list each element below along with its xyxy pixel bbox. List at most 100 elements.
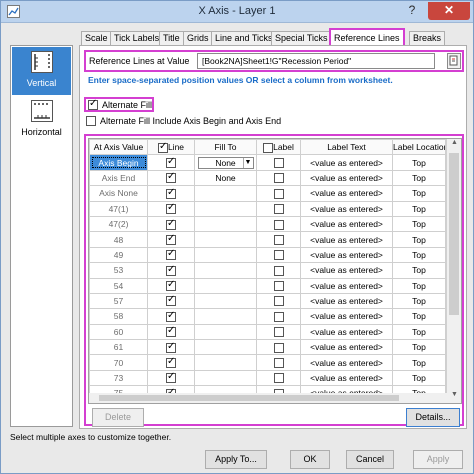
label-location-cell[interactable]: Top bbox=[392, 169, 446, 187]
axis-value-cell[interactable]: 70 bbox=[89, 354, 148, 371]
table-row[interactable]: 54 <value as entered>Top bbox=[89, 277, 446, 294]
label-checkbox[interactable] bbox=[273, 311, 284, 322]
line-checkbox[interactable] bbox=[166, 218, 176, 230]
header-line-checkbox[interactable] bbox=[157, 141, 168, 153]
label-location-cell[interactable]: Top bbox=[392, 277, 446, 294]
fill-to-cell[interactable] bbox=[194, 292, 257, 310]
table-row[interactable]: 60 <value as entered>Top bbox=[89, 323, 446, 341]
axis-value-cell[interactable]: 60 bbox=[89, 323, 148, 341]
table-row[interactable]: 53 <value as entered>Top bbox=[89, 262, 446, 279]
label-location-cell[interactable]: Top bbox=[392, 231, 446, 248]
apply-to-button[interactable]: Apply To... bbox=[205, 450, 267, 469]
axis-value-cell[interactable]: Axis Begin bbox=[89, 154, 148, 171]
label-text-cell[interactable]: <value as entered> bbox=[300, 169, 393, 187]
label-checkbox[interactable] bbox=[273, 327, 284, 338]
tab-scale[interactable]: Scale bbox=[81, 31, 112, 46]
label-text-cell[interactable]: <value as entered> bbox=[300, 231, 393, 248]
label-text-cell[interactable]: <value as entered> bbox=[300, 292, 393, 310]
cancel-button[interactable]: Cancel bbox=[346, 450, 394, 469]
header-label-checkbox[interactable] bbox=[263, 142, 274, 153]
label-location-cell[interactable]: Top bbox=[392, 200, 446, 217]
table-row[interactable]: 47(1) <value as entered>Top bbox=[89, 200, 446, 217]
tab-grids[interactable]: Grids bbox=[183, 31, 213, 46]
label-location-cell[interactable]: Top bbox=[392, 308, 446, 325]
line-checkbox[interactable] bbox=[166, 187, 176, 199]
label-checkbox[interactable] bbox=[273, 157, 284, 168]
apply-button[interactable]: Apply bbox=[413, 450, 463, 469]
line-checkbox[interactable] bbox=[166, 341, 176, 353]
axis-value-cell[interactable]: 61 bbox=[89, 339, 148, 356]
fill-to-cell[interactable] bbox=[194, 308, 257, 325]
fill-to-cell[interactable] bbox=[194, 231, 257, 248]
line-checkbox[interactable] bbox=[166, 310, 176, 322]
label-text-cell[interactable]: <value as entered> bbox=[300, 339, 393, 356]
tab-reference-lines[interactable]: Reference Lines bbox=[329, 28, 405, 46]
fill-to-cell[interactable] bbox=[194, 200, 257, 217]
axis-value-cell[interactable]: 47(1) bbox=[89, 200, 148, 217]
line-checkbox[interactable] bbox=[166, 156, 176, 168]
line-checkbox[interactable] bbox=[166, 356, 176, 369]
fill-to-cell[interactable] bbox=[194, 185, 257, 202]
label-location-cell[interactable]: Top bbox=[392, 354, 446, 371]
label-location-cell[interactable]: Top bbox=[392, 262, 446, 279]
tab-breaks[interactable]: Breaks bbox=[409, 31, 446, 46]
details-button[interactable]: Details... bbox=[406, 408, 460, 427]
scroll-down-icon[interactable]: ▼ bbox=[447, 391, 461, 403]
label-location-cell[interactable]: Top bbox=[392, 215, 446, 233]
label-text-cell[interactable]: <value as entered> bbox=[300, 215, 393, 233]
label-checkbox[interactable] bbox=[273, 250, 284, 261]
table-row[interactable]: Axis Begin None ▼ <value as entered>Top bbox=[89, 154, 446, 171]
label-text-cell[interactable]: <value as entered> bbox=[300, 277, 393, 294]
chevron-down-icon[interactable]: ▼ bbox=[242, 157, 253, 168]
tab-line-and-ticks[interactable]: Line and Ticks bbox=[211, 31, 277, 46]
table-row[interactable]: 73 <value as entered>Top bbox=[89, 369, 446, 387]
table-row[interactable]: Axis End None <value as entered>Top bbox=[89, 169, 446, 187]
axis-value-cell[interactable]: 47(2) bbox=[89, 215, 148, 233]
ok-button[interactable]: OK bbox=[290, 450, 330, 469]
label-text-cell[interactable]: <value as entered> bbox=[300, 369, 393, 387]
line-checkbox[interactable] bbox=[166, 279, 176, 292]
label-checkbox[interactable] bbox=[273, 296, 284, 307]
table-row[interactable]: 47(2) <value as entered>Top bbox=[89, 215, 446, 233]
axis-value-cell[interactable]: 57 bbox=[89, 292, 148, 310]
label-text-cell[interactable]: <value as entered> bbox=[300, 246, 393, 264]
fill-to-cell[interactable] bbox=[194, 323, 257, 341]
axis-item-vertical[interactable]: Vertical bbox=[12, 47, 71, 95]
table-row[interactable]: 58 <value as entered>Top bbox=[89, 308, 446, 325]
label-location-cell[interactable]: Top bbox=[392, 323, 446, 341]
axis-value-cell[interactable]: 54 bbox=[89, 277, 148, 294]
label-checkbox[interactable] bbox=[273, 358, 284, 369]
line-checkbox[interactable] bbox=[166, 371, 176, 384]
label-location-cell[interactable]: Top bbox=[392, 292, 446, 310]
fill-to-cell[interactable] bbox=[194, 215, 257, 233]
fill-to-select[interactable]: None ▼ bbox=[197, 156, 254, 169]
tab-title[interactable]: Title bbox=[159, 31, 184, 46]
label-text-cell[interactable]: <value as entered> bbox=[300, 354, 393, 371]
column-picker-button[interactable] bbox=[447, 53, 461, 69]
fill-to-cell[interactable] bbox=[194, 354, 257, 371]
fill-to-cell[interactable] bbox=[194, 262, 257, 279]
fill-to-cell[interactable]: None bbox=[194, 169, 257, 187]
close-button[interactable]: ✕ bbox=[428, 2, 470, 20]
horizontal-scroll-thumb[interactable] bbox=[99, 395, 399, 401]
line-checkbox[interactable] bbox=[166, 233, 176, 245]
table-row[interactable]: 57 <value as entered>Top bbox=[89, 292, 446, 310]
line-checkbox[interactable] bbox=[166, 171, 176, 184]
label-text-cell[interactable]: <value as entered> bbox=[300, 262, 393, 279]
table-row[interactable]: 48 <value as entered>Top bbox=[89, 231, 446, 248]
table-row[interactable]: 70 <value as entered>Top bbox=[89, 354, 446, 371]
fill-to-cell[interactable] bbox=[194, 339, 257, 356]
label-checkbox[interactable] bbox=[273, 188, 284, 199]
scroll-thumb[interactable] bbox=[449, 153, 459, 315]
label-checkbox[interactable] bbox=[273, 234, 284, 245]
reference-lines-input[interactable]: [Book2NA]Sheet1!G"Recession Period" bbox=[197, 53, 435, 69]
alternate-fill-checkbox[interactable] bbox=[88, 98, 98, 110]
line-checkbox[interactable] bbox=[166, 264, 176, 276]
scroll-up-icon[interactable]: ▲ bbox=[447, 139, 461, 151]
axis-value-cell[interactable]: Axis End bbox=[89, 169, 148, 187]
line-checkbox[interactable] bbox=[166, 248, 176, 261]
horizontal-scrollbar[interactable] bbox=[89, 393, 447, 403]
label-text-cell[interactable]: <value as entered> bbox=[300, 154, 393, 171]
label-text-cell[interactable]: <value as entered> bbox=[300, 200, 393, 217]
label-location-cell[interactable]: Top bbox=[392, 369, 446, 387]
